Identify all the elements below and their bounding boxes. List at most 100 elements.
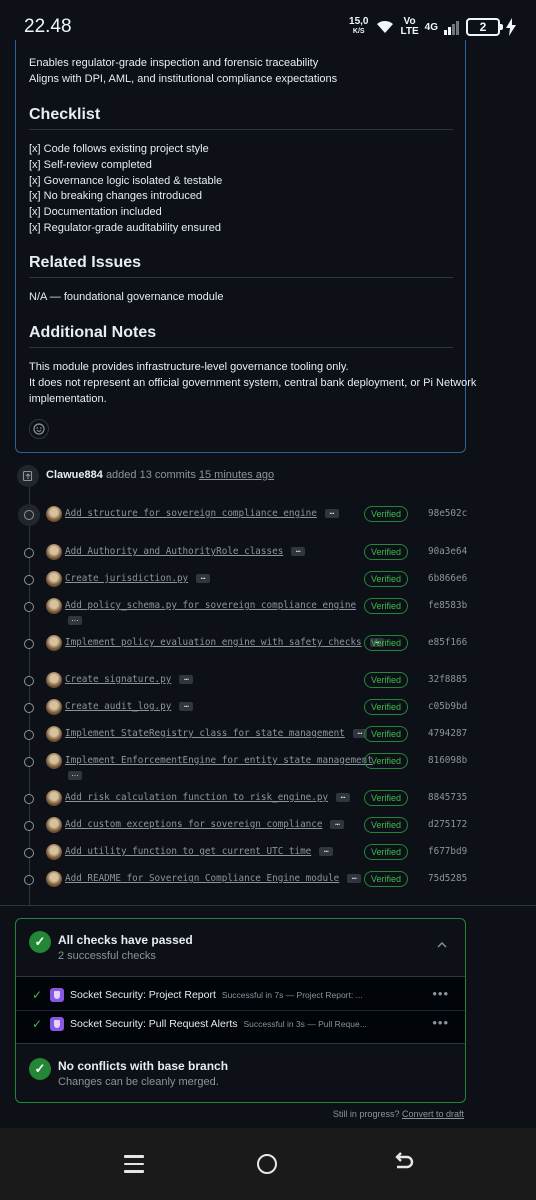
commit-sha-link[interactable]: c05b9bd <box>428 701 467 712</box>
verified-badge[interactable]: Verified <box>364 844 408 860</box>
avatar[interactable] <box>46 726 62 742</box>
expand-commit-button[interactable]: … <box>68 615 82 625</box>
verified-badge[interactable]: Verified <box>364 544 408 560</box>
commit-sha-link[interactable]: 6b866e6 <box>428 573 467 584</box>
verified-badge[interactable]: Verified <box>364 817 408 833</box>
conflicts-title: No conflicts with base branch <box>58 1059 229 1073</box>
commit-icon <box>24 730 34 740</box>
commit-row: Add README for Sovereign Compliance Engi… <box>0 870 536 890</box>
avatar[interactable] <box>46 871 62 887</box>
commit-sha-link[interactable]: d275172 <box>428 819 467 830</box>
commit-sha-link[interactable]: 32f8885 <box>428 674 467 685</box>
avatar[interactable] <box>46 571 62 587</box>
avatar[interactable] <box>46 635 62 651</box>
verified-badge[interactable]: Verified <box>364 598 408 614</box>
verified-badge[interactable]: Verified <box>364 672 408 688</box>
expand-commit-button[interactable]: … <box>324 508 339 518</box>
author-link[interactable]: Clawue884 <box>46 469 103 481</box>
expand-commit-button[interactable]: … <box>291 546 306 556</box>
expand-commit-button[interactable]: … <box>330 819 345 829</box>
commit-sha-link[interactable]: 98e502c <box>428 508 467 519</box>
back-button[interactable] <box>392 1150 414 1179</box>
commit-message-link[interactable]: Add README for Sovereign Compliance Engi… <box>65 873 362 884</box>
commit-message-link[interactable]: Add Authority and AuthorityRole classes… <box>65 546 306 557</box>
net-speed: 15,0 K/S <box>349 16 369 36</box>
convert-to-draft-link[interactable]: Convert to draft <box>402 1109 464 1119</box>
commit-message-link[interactable]: Create audit_log.py… <box>65 701 194 712</box>
commit-sha-link[interactable]: fe8583b <box>428 600 467 611</box>
commit-message-link[interactable]: Add risk calculation function to risk_en… <box>65 792 351 803</box>
commit-icon <box>24 757 34 767</box>
check-detail: Successful in 7s — Project Report: ... <box>221 990 363 1000</box>
avatar[interactable] <box>46 544 62 560</box>
avatar[interactable] <box>46 817 62 833</box>
commit-icon <box>24 602 34 612</box>
checklist-heading: Checklist <box>29 106 101 123</box>
checklist-item: [x] Code follows existing project style <box>29 143 209 155</box>
verified-badge[interactable]: Verified <box>364 699 408 715</box>
avatar[interactable] <box>46 672 62 688</box>
avatar[interactable] <box>46 506 62 522</box>
draft-hint: Still in progress? Convert to draft <box>333 1109 464 1119</box>
verified-badge[interactable]: Verified <box>364 871 408 887</box>
avatar[interactable] <box>46 790 62 806</box>
commit-message-link[interactable]: Implement StateRegistry class for state … <box>65 728 367 739</box>
success-check-icon: ✓ <box>29 931 51 953</box>
commit-sha-link[interactable]: 4794287 <box>428 728 467 739</box>
verified-badge[interactable]: Verified <box>364 726 408 742</box>
home-button[interactable] <box>257 1154 277 1174</box>
kebab-menu-icon[interactable]: ••• <box>432 986 449 1001</box>
conflicts-subtitle: Changes can be cleanly merged. <box>58 1076 219 1088</box>
expand-commit-button[interactable]: … <box>319 846 334 856</box>
commit-message-link[interactable]: Implement policy evaluation engine with … <box>65 637 384 648</box>
verified-badge[interactable]: Verified <box>364 753 408 769</box>
expand-commit-button[interactable]: … <box>196 573 211 583</box>
verified-badge[interactable]: Verified <box>364 571 408 587</box>
event-time-link[interactable]: 15 minutes ago <box>199 469 274 481</box>
commit-row: Create jurisdiction.py… Verified 6b866e6 <box>0 570 536 590</box>
merge-status-box: ✓ All checks have passed 2 successful ch… <box>15 918 466 1103</box>
verified-badge[interactable]: Verified <box>364 635 408 651</box>
kebab-menu-icon[interactable]: ••• <box>432 1015 449 1030</box>
volte-icon: Vo LTE <box>400 16 419 37</box>
additional-notes-heading: Additional Notes <box>29 324 157 341</box>
chevron-up-icon[interactable] <box>437 937 447 951</box>
expand-commit-button[interactable]: … <box>68 770 82 780</box>
commit-sha-link[interactable]: e85f166 <box>428 637 467 648</box>
commit-message-link[interactable]: Add policy_schema.py for sovereign compl… <box>65 600 356 611</box>
commit-row: Add risk calculation function to risk_en… <box>0 789 536 809</box>
expand-commit-button[interactable]: … <box>179 701 194 711</box>
avatar[interactable] <box>46 598 62 614</box>
verified-badge[interactable]: Verified <box>364 506 408 522</box>
add-reaction-button[interactable] <box>29 419 49 439</box>
avatar[interactable] <box>46 844 62 860</box>
expand-commit-button[interactable]: … <box>336 792 351 802</box>
divider <box>0 905 536 906</box>
check-icon: ✓ <box>32 988 43 1002</box>
commit-message-link[interactable]: Add custom exceptions for sovereign comp… <box>65 819 345 830</box>
avatar[interactable] <box>46 699 62 715</box>
commit-message-link[interactable]: Add structure for sovereign compliance e… <box>65 508 339 519</box>
commit-sha-link[interactable]: 8845735 <box>428 792 467 803</box>
commit-row: Implement policy evaluation engine with … <box>0 634 536 654</box>
avatar[interactable] <box>46 753 62 769</box>
commit-row: Add custom exceptions for sovereign comp… <box>0 816 536 836</box>
commit-sha-link[interactable]: f677bd9 <box>428 846 467 857</box>
check-row[interactable]: ✓ Socket Security: Pull Request Alerts Su… <box>16 1011 465 1039</box>
commit-message-link[interactable]: Create signature.py… <box>65 674 194 685</box>
expand-commit-button[interactable]: … <box>179 674 194 684</box>
recent-apps-button[interactable] <box>124 1155 144 1173</box>
commit-message-link[interactable]: Create jurisdiction.py… <box>65 573 211 584</box>
commit-message-link[interactable]: Add utility function to get current UTC … <box>65 846 334 857</box>
commit-sha-link[interactable]: 816098b <box>428 755 467 766</box>
check-row[interactable]: ✓ Socket Security: Project Report Success… <box>16 982 465 1010</box>
commit-message-link[interactable]: Implement EnforcementEngine for entity s… <box>65 755 373 766</box>
expand-commit-button[interactable]: … <box>347 873 362 883</box>
description-line: Aligns with DPI, AML, and institutional … <box>29 73 338 85</box>
commit-sha-link[interactable]: 90a3e64 <box>428 546 467 557</box>
verified-badge[interactable]: Verified <box>364 790 408 806</box>
commit-icon <box>24 548 34 558</box>
smiley-icon <box>33 423 45 435</box>
commit-sha-link[interactable]: 75d5285 <box>428 873 467 884</box>
commit-row: Create audit_log.py… Verified c05b9bd <box>0 698 536 718</box>
